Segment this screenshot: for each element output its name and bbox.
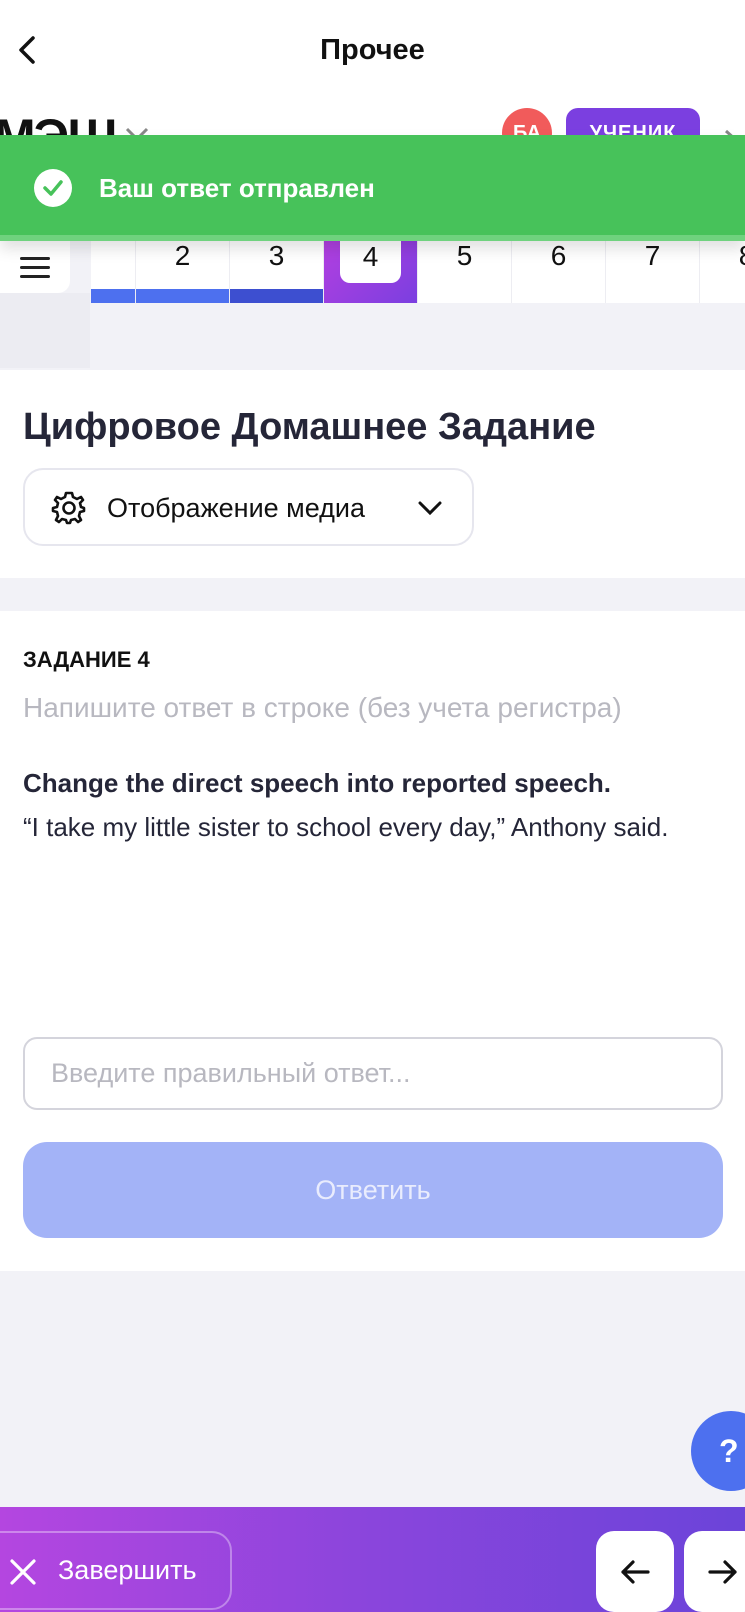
menu-button[interactable] <box>0 241 70 293</box>
media-display-dropdown[interactable]: Отображение медиа <box>23 468 474 546</box>
task-cell-6[interactable]: 6 <box>511 241 605 303</box>
task-number: 6 <box>550 241 567 271</box>
page-title: Цифровое Домашнее Задание <box>23 406 596 448</box>
task-progress-bar <box>91 289 135 303</box>
task-cell-1[interactable] <box>91 241 135 303</box>
task-progress-bar <box>230 289 323 303</box>
menu-shadow <box>0 293 90 368</box>
gear-icon <box>51 491 86 525</box>
task-hint: Напишите ответ в строке (без учета регис… <box>23 692 622 723</box>
check-circle-icon <box>34 169 72 207</box>
task-progress-bar <box>136 289 229 303</box>
success-toast[interactable]: Ваш ответ отправлен <box>0 135 745 241</box>
task-instruction: Change the direct speech into reported s… <box>23 768 612 798</box>
task-number: 2 <box>174 241 191 271</box>
task-number: 7 <box>644 241 661 271</box>
task-cell-2[interactable]: 2 <box>135 241 229 303</box>
nav-title: Прочее <box>320 34 425 66</box>
answer-input[interactable] <box>23 1037 723 1110</box>
close-icon <box>10 1559 36 1585</box>
help-button[interactable]: ? <box>691 1411 745 1491</box>
task-cell-3[interactable]: 3 <box>229 241 323 303</box>
task-cell-8[interactable]: 8 <box>699 241 745 303</box>
task-card: ЗАДАНИЕ 4 Напишите ответ в строке (без у… <box>0 611 745 1271</box>
bottom-bar: Завершить <box>0 1507 745 1612</box>
task-number: 8 <box>700 241 745 271</box>
finish-label: Завершить <box>58 1555 197 1585</box>
media-dropdown-label: Отображение медиа <box>107 493 366 523</box>
arrow-right-icon <box>708 1559 737 1584</box>
chevron-down-icon <box>418 501 442 516</box>
arrow-left-icon <box>621 1559 650 1584</box>
task-cell-4-active[interactable]: 4 <box>323 241 417 303</box>
task-body: Change the direct speech into reported s… <box>23 761 723 849</box>
task-label: ЗАДАНИЕ 4 <box>23 647 150 672</box>
hamburger-menu-icon <box>20 257 50 278</box>
task-cell-7[interactable]: 7 <box>605 241 699 303</box>
previous-task-button[interactable] <box>596 1531 674 1612</box>
submit-answer-button[interactable]: Ответить <box>23 1142 723 1238</box>
task-number: 5 <box>456 241 473 271</box>
task-sentence: “I take my little sister to school every… <box>23 812 669 842</box>
task-number: 3 <box>268 241 285 271</box>
task-strip: 2 3 4 5 6 7 8 <box>91 241 745 303</box>
toast-message: Ваш ответ отправлен <box>99 173 375 203</box>
task-cell-5[interactable]: 5 <box>417 241 511 303</box>
task-number: 4 <box>340 241 401 283</box>
finish-button[interactable]: Завершить <box>0 1531 232 1610</box>
top-nav-bar: Прочее <box>0 0 745 104</box>
next-task-button[interactable] <box>684 1531 745 1612</box>
homework-header-card: Цифровое Домашнее Задание Отображение ме… <box>0 370 745 578</box>
